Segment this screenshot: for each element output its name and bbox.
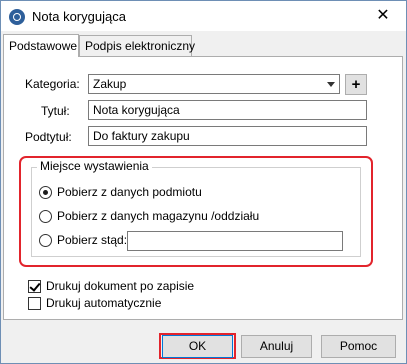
tytul-input[interactable]: Nota korygująca [88,100,367,120]
title-bar[interactable]: Nota korygująca ✕ [1,1,406,31]
radio-z-danych-magazynu[interactable] [39,210,52,223]
close-button[interactable]: ✕ [360,1,406,31]
checkbox-drukuj-automatycznie[interactable] [28,297,41,310]
kategoria-select[interactable]: Zakup [88,74,340,94]
ok-button[interactable]: OK [162,335,233,358]
radio-label-podmiotu: Pobierz z danych podmiotu [57,185,202,199]
checkbox-drukuj-po-zapisie[interactable] [28,280,41,293]
tytul-label: Tytuł: [41,104,70,118]
radio-label-magazynu: Pobierz z danych magazynu /oddziału [57,209,260,223]
add-category-button[interactable]: + [345,74,367,95]
podtytul-input[interactable]: Do faktury zakupu [88,126,367,146]
podtytul-label: Podtytuł: [25,130,72,144]
checkbox-label-drukuj-po-zapisie: Drukuj dokument po zapisie [46,279,195,293]
miejsce-wystawienia-legend: Miejsce wystawienia [37,159,152,173]
app-icon [9,9,25,25]
cancel-button[interactable]: Anuluj [241,335,312,358]
kategoria-label: Kategoria: [25,77,80,91]
checkbox-label-drukuj-automatycznie: Drukuj automatycznie [46,296,162,310]
chevron-down-icon [327,82,335,87]
radio-pobierz-stad[interactable] [39,234,52,247]
radio-label-stad: Pobierz stąd: [57,233,128,247]
dialog-window: Nota korygująca ✕ Podstawowe Podpis elek… [0,0,407,364]
help-button[interactable]: Pomoc [321,335,396,358]
kategoria-value: Zakup [93,77,127,91]
tab-podpis-elektroniczny[interactable]: Podpis elektroniczny [79,35,195,56]
tab-podstawowe[interactable]: Podstawowe [3,34,79,57]
stad-input[interactable] [127,231,343,251]
radio-z-danych-podmiotu[interactable] [39,186,52,199]
window-title: Nota korygująca [32,9,126,24]
